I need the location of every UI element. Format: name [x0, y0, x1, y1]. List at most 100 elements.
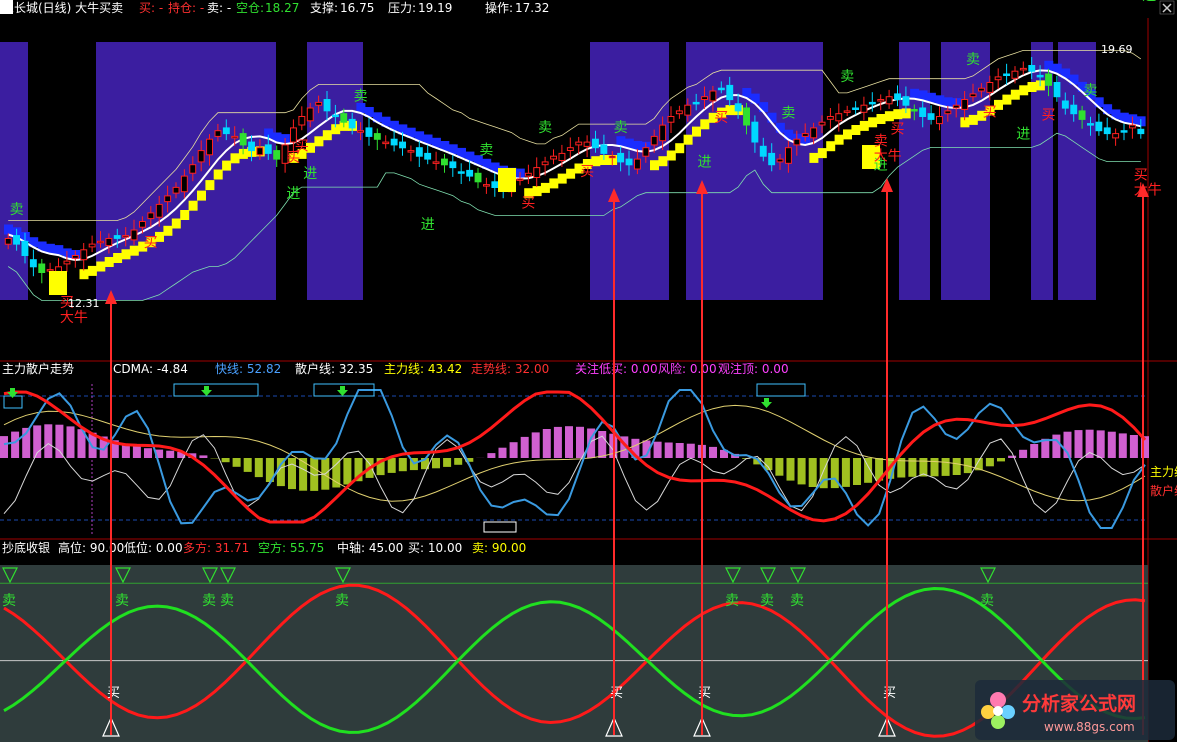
- candlestick: [21, 240, 29, 257]
- candlestick: [1103, 127, 1111, 135]
- candlestick: [415, 147, 423, 157]
- sell-mark-label: 卖: [760, 593, 774, 609]
- buy-signal-label: 买: [144, 235, 158, 251]
- cdma-histogram-bar: [44, 424, 53, 458]
- trend-band-block: [205, 180, 215, 191]
- buy-signal-label: 买: [580, 164, 594, 180]
- candlestick: [348, 118, 356, 129]
- price-low-label: 12.31: [68, 297, 100, 310]
- candlestick: [306, 107, 314, 122]
- main-line-value: 主力线: 43.42: [384, 362, 462, 376]
- oscillator-title: 抄底收银: [2, 540, 50, 555]
- candlestick: [4, 238, 12, 245]
- candlestick: [709, 90, 717, 102]
- candlestick: [222, 127, 230, 135]
- buy-mark-label: 买: [107, 686, 120, 701]
- stock-chart-screen: 买买买买买买买买买卖卖卖卖卖卖卖卖卖卖进进进进进进进买大牛卖大牛买大牛 19.6…: [0, 0, 1177, 742]
- trend-band-block: [910, 88, 920, 99]
- cdma-histogram-bar: [243, 458, 252, 472]
- enter-signal-label: 进: [1016, 126, 1030, 142]
- cdma-histogram-bar: [166, 450, 175, 458]
- sell-value: 卖: -: [207, 1, 231, 15]
- cdma-histogram-bar: [686, 443, 695, 458]
- main-line-right-label: 主力线: [1150, 465, 1177, 479]
- axis-value: 中轴: 45.00: [337, 540, 403, 555]
- highlight-band: [96, 42, 276, 300]
- trend-band-block: [893, 109, 903, 120]
- candlestick: [592, 138, 599, 149]
- candlestick: [432, 161, 440, 164]
- candlestick: [1137, 128, 1145, 135]
- pressure-value: 19.19: [418, 1, 452, 15]
- candlestick: [130, 229, 138, 241]
- candlestick: [340, 113, 348, 123]
- key-low-marker: [498, 168, 516, 192]
- candlestick: [860, 104, 868, 113]
- candlestick: [122, 235, 130, 238]
- trend-band-block: [675, 143, 685, 154]
- candlestick: [634, 158, 641, 170]
- cdma-histogram-bar: [653, 441, 662, 458]
- low-level-value: 低位: 0.00: [124, 540, 183, 555]
- candlestick: [1095, 121, 1103, 132]
- cdma-histogram-bar: [343, 458, 352, 485]
- trend-band-block: [197, 190, 206, 201]
- candlestick: [457, 171, 465, 174]
- sell-signal-label: 卖: [479, 143, 493, 159]
- support-label: 支撑:: [310, 0, 338, 15]
- trend-band-block: [104, 257, 114, 267]
- sell-signal-label: 卖: [966, 52, 980, 68]
- sell-signal-label: 卖: [10, 202, 24, 218]
- cdma-histogram-bar: [797, 458, 806, 485]
- watermark: 分析家公式网 www.88gs.com: [975, 680, 1175, 740]
- cdma-histogram-bar: [1129, 435, 1138, 458]
- cdma-histogram-bar: [254, 458, 263, 478]
- enter-signal-label: 进: [421, 217, 435, 233]
- operation-label: 操作:: [485, 0, 513, 15]
- bull-signal-label: 卖: [874, 134, 888, 150]
- sell-level-value: 卖: 90.00: [472, 541, 526, 555]
- candlestick: [533, 167, 541, 179]
- candlestick: [63, 260, 71, 265]
- candlestick: [1070, 104, 1078, 115]
- cdma-histogram-bar: [941, 458, 950, 476]
- candlestick: [1019, 67, 1027, 71]
- candlestick: [46, 269, 54, 272]
- indicator-header: 主力散户走势 CDMA: -4.84 快线: 52.82 散户线: 32.35 …: [2, 361, 789, 376]
- trend-band-block: [650, 160, 659, 171]
- close-icon[interactable]: [1159, 0, 1175, 15]
- candlestick: [1011, 70, 1019, 79]
- sell-signal-label: 卖: [1084, 83, 1098, 99]
- candlestick: [608, 155, 616, 159]
- buy-mark-label: 买: [883, 686, 896, 701]
- candlestick: [927, 113, 935, 120]
- sell-mark-label: 卖: [790, 593, 804, 609]
- cdma-histogram-bar: [432, 458, 440, 469]
- trend-band-block: [859, 120, 869, 131]
- cdma-histogram-bar: [664, 442, 673, 458]
- candlestick: [550, 155, 557, 160]
- candlestick: [868, 101, 876, 105]
- candlestick: [1087, 123, 1094, 126]
- candlestick: [80, 249, 88, 261]
- candlestick: [944, 110, 952, 115]
- trend-band-block: [222, 160, 232, 171]
- trend-band-block: [1027, 82, 1037, 92]
- trend-band-block: [826, 141, 836, 152]
- trend-band-block: [834, 134, 844, 145]
- trend-band-block: [700, 119, 710, 130]
- candlestick: [390, 138, 398, 146]
- candlestick: [1003, 73, 1010, 76]
- cdma-histogram-bar: [675, 443, 684, 458]
- candlestick: [97, 240, 104, 244]
- cdma-histogram-bar: [199, 455, 208, 458]
- candlestick: [373, 133, 381, 140]
- candlestick: [684, 104, 692, 116]
- buy-mark-label: 买: [698, 686, 711, 701]
- trend-band-block: [1019, 85, 1029, 96]
- candlestick: [952, 104, 960, 109]
- trend-band-block: [121, 249, 131, 260]
- candlestick: [382, 141, 390, 145]
- candlestick: [902, 96, 910, 106]
- trend-band-block: [1002, 94, 1012, 105]
